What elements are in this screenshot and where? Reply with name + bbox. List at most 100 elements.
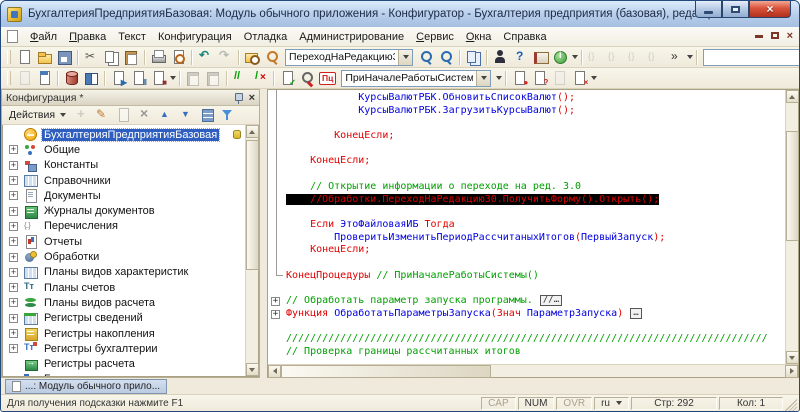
- context-help-button[interactable]: [510, 48, 530, 66]
- menu-item-file[interactable]: Файл: [24, 29, 63, 45]
- code-line[interactable]: +// Обработать параметр запуска программ…: [268, 295, 785, 308]
- combo-search[interactable]: [285, 49, 413, 66]
- tree-item[interactable]: +Справочники: [3, 173, 245, 188]
- code-line[interactable]: КонецЕсли;: [268, 130, 785, 143]
- paste-button[interactable]: [121, 48, 141, 66]
- maximize-button[interactable]: [722, 1, 749, 18]
- code-line[interactable]: КурсыВалютРБК.ОбновитьСписокВалют();: [268, 92, 785, 105]
- code-line[interactable]: [268, 320, 785, 333]
- expand-icon[interactable]: +: [9, 298, 18, 307]
- print-button[interactable]: [148, 48, 168, 66]
- edit-button[interactable]: [92, 106, 112, 124]
- code-line[interactable]: ////////////////////////////////////////…: [268, 333, 785, 346]
- uncomment-block-button[interactable]: [250, 69, 270, 87]
- combo-right-input[interactable]: [704, 50, 800, 65]
- filter-button[interactable]: [218, 106, 238, 124]
- menu-item-administration[interactable]: Администрирование: [293, 29, 410, 45]
- compare-config-button[interactable]: [81, 69, 101, 87]
- tree-item[interactable]: +Планы счетов: [3, 280, 245, 295]
- tree-item[interactable]: +Планы видов характеристик: [3, 265, 245, 280]
- minimize-button[interactable]: [695, 1, 722, 18]
- expand-icon[interactable]: +: [9, 268, 18, 277]
- code-line[interactable]: [268, 143, 785, 156]
- find-in-files-button[interactable]: [242, 48, 262, 66]
- menu-item-configuration[interactable]: Конфигурация: [152, 29, 238, 45]
- sort-button[interactable]: [197, 106, 217, 124]
- expand-icon[interactable]: +: [9, 191, 18, 200]
- expand-icon[interactable]: +: [271, 297, 280, 306]
- expand-icon[interactable]: +: [9, 314, 18, 323]
- expand-icon[interactable]: +: [9, 161, 18, 170]
- code-line[interactable]: Если ЭтоФайловаяИБ Тогда: [268, 219, 785, 232]
- copy-button[interactable]: [101, 48, 121, 66]
- document-icon[interactable]: [7, 30, 18, 43]
- chevron-down-icon[interactable]: [476, 71, 490, 86]
- tree-item[interactable]: Бизнес-процессы: [3, 372, 245, 376]
- check-module-button[interactable]: ✓: [277, 69, 297, 87]
- tree-item[interactable]: +Регистры бухгалтерии: [3, 341, 245, 356]
- open-button[interactable]: [34, 48, 54, 66]
- global-search-button[interactable]: [297, 69, 317, 87]
- expand-icon[interactable]: +: [9, 145, 18, 154]
- combo-search-input[interactable]: [286, 50, 398, 65]
- move-up-button[interactable]: [155, 106, 175, 124]
- update-db-config-button[interactable]: [61, 69, 81, 87]
- toolbar-grip[interactable]: [7, 50, 11, 64]
- syntax-check-button[interactable]: [490, 48, 510, 66]
- scroll-left-icon[interactable]: [268, 365, 281, 378]
- bookmark-next-button[interactable]: ?: [529, 69, 549, 87]
- expand-icon[interactable]: +: [9, 207, 18, 216]
- tree-item[interactable]: БухгалтерияПредприятияБазовая: [3, 127, 245, 142]
- code-line[interactable]: // Открытие информации о переходе на ред…: [268, 181, 785, 194]
- tree-item[interactable]: +Документы: [3, 188, 245, 203]
- panel-splitter[interactable]: [260, 89, 267, 378]
- expand-icon[interactable]: +: [9, 344, 18, 353]
- overflow-chevron-icon[interactable]: [591, 76, 597, 80]
- overflow-chevron-icon[interactable]: [496, 76, 502, 80]
- new-button[interactable]: [14, 48, 34, 66]
- tree-item[interactable]: Регистры расчета: [3, 356, 245, 371]
- tree-item[interactable]: +Отчеты: [3, 234, 245, 249]
- code-line[interactable]: // Проверка границы рассчитанных итогов: [268, 346, 785, 359]
- scroll-down-icon[interactable]: [786, 351, 799, 364]
- code-line[interactable]: [268, 117, 785, 130]
- menu-item-text[interactable]: Текст: [112, 29, 152, 45]
- help-contents-button[interactable]: [530, 48, 550, 66]
- panel-close-icon[interactable]: ×: [249, 93, 255, 103]
- expand-icon[interactable]: +: [271, 310, 280, 319]
- cut-button[interactable]: [81, 48, 101, 66]
- mdi-minimize-button[interactable]: [755, 29, 763, 43]
- tree-item[interactable]: +Регистры сведений: [3, 311, 245, 326]
- actions-menu-button[interactable]: Действия: [5, 108, 70, 122]
- menu-item-help[interactable]: Справка: [497, 29, 552, 45]
- mdi-close-button[interactable]: ×: [787, 29, 793, 43]
- tree-item[interactable]: +Общие: [3, 142, 245, 157]
- save-button[interactable]: [54, 48, 74, 66]
- menu-item-service[interactable]: Сервис: [410, 29, 460, 45]
- bookmark-add-button[interactable]: ●: [509, 69, 529, 87]
- tree-item[interactable]: +Регистры накопления: [3, 326, 245, 341]
- tree-item[interactable]: +Журналы документов: [3, 203, 245, 218]
- code-line[interactable]: ПроверитьИзменитьПериодРассчитаныхИтогов…: [268, 232, 785, 245]
- undo-button[interactable]: [195, 48, 215, 66]
- expand-icon[interactable]: +: [9, 222, 18, 231]
- scroll-right-icon[interactable]: [785, 365, 798, 378]
- find-prev-button[interactable]: [436, 48, 456, 66]
- menu-item-edit[interactable]: Правка: [63, 29, 112, 45]
- comment-block-button[interactable]: [230, 69, 250, 87]
- debug-pause-button[interactable]: ‖: [128, 69, 148, 87]
- scroll-up-icon[interactable]: [786, 90, 799, 103]
- copy-fragment-button[interactable]: [463, 48, 483, 66]
- expand-icon[interactable]: +: [9, 329, 18, 338]
- expand-icon[interactable]: +: [9, 283, 18, 292]
- find-next-button[interactable]: [416, 48, 436, 66]
- scroll-down-icon[interactable]: [246, 363, 259, 376]
- editor-vertical-scrollbar[interactable]: [785, 90, 798, 364]
- bookmark-clear-button[interactable]: ×: [569, 69, 589, 87]
- expand-icon[interactable]: +: [9, 237, 18, 246]
- expand-icon[interactable]: +: [9, 253, 18, 262]
- tab-module[interactable]: ...: Модуль обычного прило...: [5, 379, 167, 394]
- menu-item-windows[interactable]: Окна: [460, 29, 498, 45]
- combo-proc-input[interactable]: [342, 71, 476, 86]
- code-line[interactable]: КонецЕсли;: [268, 155, 785, 168]
